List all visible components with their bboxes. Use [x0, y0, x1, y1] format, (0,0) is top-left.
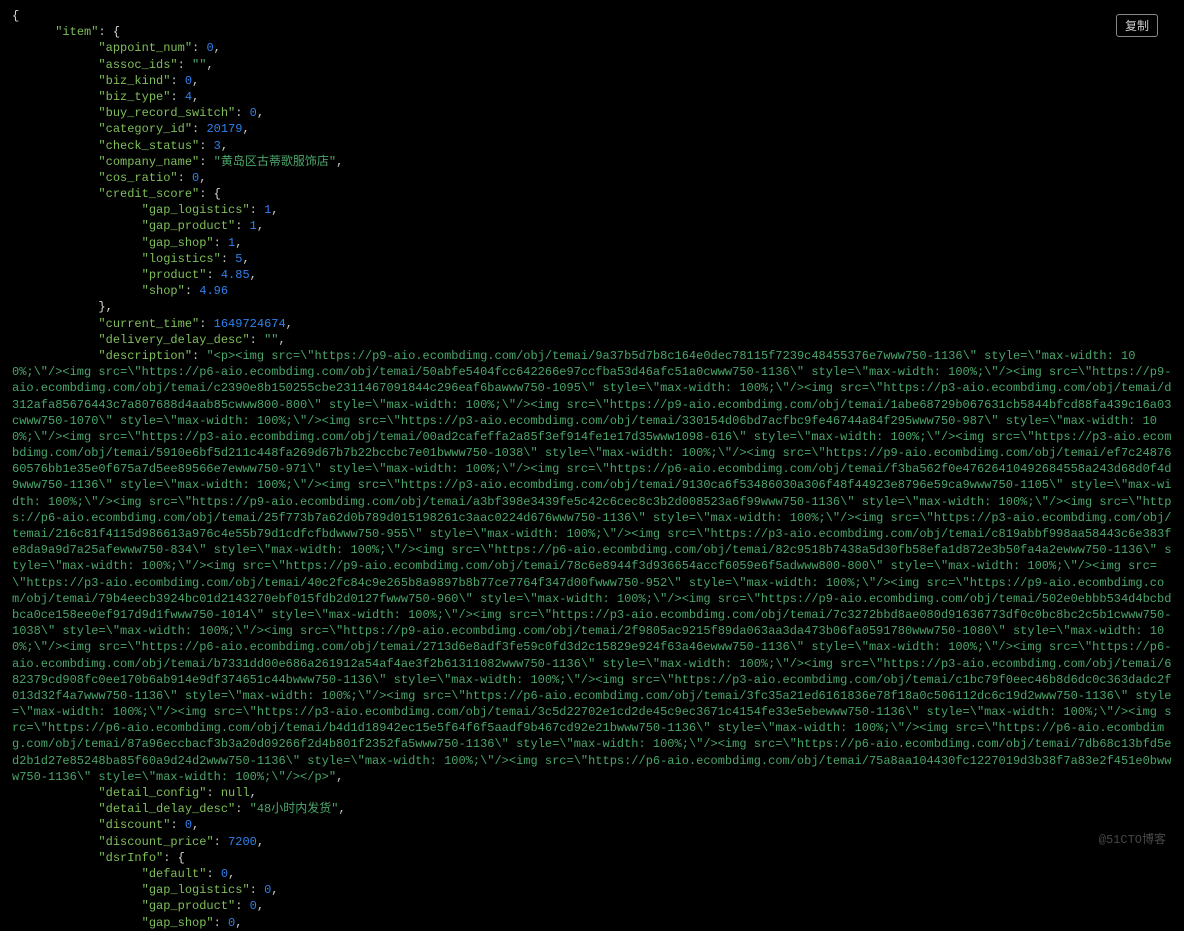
copy-button[interactable]: 复制 [1116, 14, 1158, 37]
json-code-block: { "item": { "appoint_num": 0, "assoc_ids… [12, 8, 1172, 931]
